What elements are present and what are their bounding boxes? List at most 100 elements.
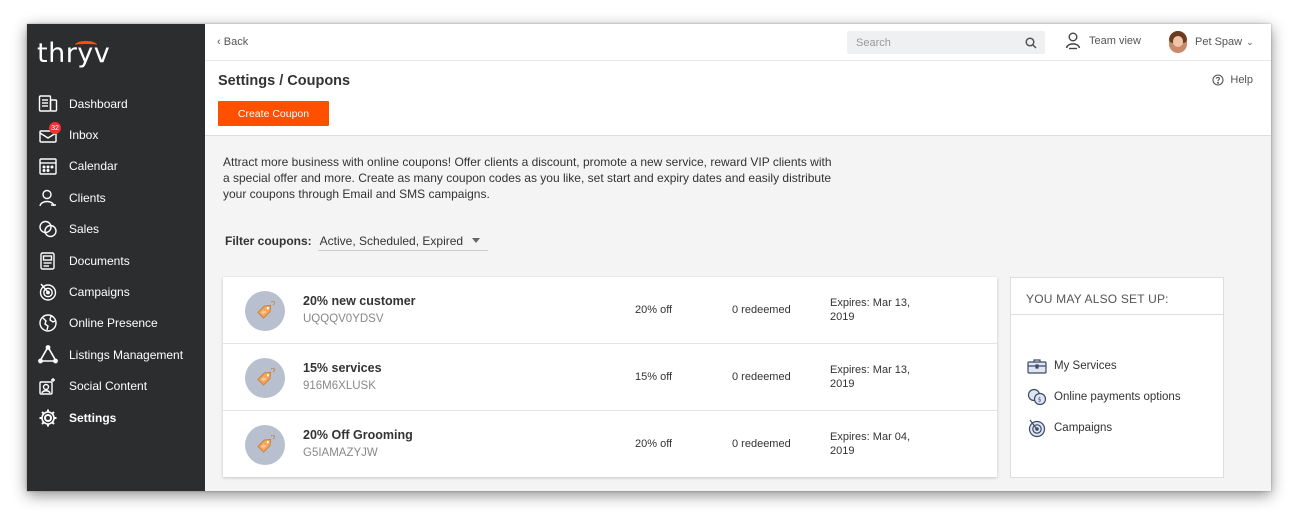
back-button[interactable]: ‹ Back [217, 36, 248, 48]
also-item-label: My Services [1054, 360, 1117, 372]
caret-down-icon [471, 238, 480, 243]
also-item-label: Campaigns [1054, 422, 1113, 434]
user-menu[interactable]: Pet Spaw ⌄ [1169, 31, 1254, 53]
sidebar-item-label: Sales [69, 222, 100, 237]
also-item-my-services[interactable]: My Services [1027, 358, 1117, 374]
chevron-left-icon: ‹ [217, 36, 224, 48]
person-icon [1065, 32, 1081, 50]
intro-line: a special offer and more. Create as many… [223, 171, 832, 185]
sidebar-item-sales[interactable]: Sales [27, 214, 205, 245]
also-item-label: Online payments options [1054, 391, 1181, 403]
filter-value: Active, Scheduled, Expired [319, 233, 464, 248]
briefcase-icon [1027, 359, 1047, 374]
coupon-name: 20% new customer [303, 294, 416, 308]
coupon-list: % 20% new customer UQQQV0YDSV 20% off 0 … [223, 277, 997, 477]
intro-line: your coupons through Email and SMS campa… [223, 187, 490, 201]
coupon-expiry: Expires: Mar 13, 2019 [830, 363, 930, 391]
coupon-discount: 20% off [635, 438, 673, 450]
sidebar-item-calendar[interactable]: Calendar [27, 151, 205, 182]
calendar-icon [37, 155, 59, 177]
coupon-code: UQQQV0YDSV [303, 313, 384, 325]
search-input[interactable] [847, 31, 1017, 54]
price-tag-icon: % [245, 358, 285, 398]
sidebar-item-clients[interactable]: Clients [27, 182, 205, 213]
sidebar-item-label: Documents [69, 253, 130, 268]
inbox-badge: 32 [49, 122, 61, 135]
sidebar-item-inbox[interactable]: 32 Inbox [27, 119, 205, 150]
search-icon[interactable] [1025, 36, 1037, 54]
app-window: thryv Dashboard 32 Inbox Calendar Client… [27, 24, 1271, 491]
clients-icon [37, 187, 59, 209]
sidebar: thryv Dashboard 32 Inbox Calendar Client… [27, 24, 205, 491]
sidebar-item-label: Settings [69, 410, 117, 425]
sidebar-item-dashboard[interactable]: Dashboard [27, 88, 205, 119]
intro-line: Attract more business with online coupon… [223, 155, 832, 169]
user-name: Pet Spaw [1195, 36, 1243, 48]
thryv-logo[interactable]: thryv [37, 38, 110, 69]
sidebar-item-label: Listings Management [69, 347, 184, 362]
sidebar-item-online-presence[interactable]: Online Presence [27, 308, 205, 339]
target-icon [1028, 419, 1046, 438]
coupon-expiry-line: Expires: Mar 13, [830, 364, 911, 376]
also-item-campaigns[interactable]: Campaigns [1027, 418, 1112, 438]
sidebar-item-campaigns[interactable]: Campaigns [27, 276, 205, 307]
avatar [1169, 31, 1187, 53]
svg-text:$: $ [1038, 397, 1042, 404]
globe-icon [37, 312, 59, 334]
chevron-down-icon: ⌄ [1246, 36, 1254, 47]
sidebar-item-label: Dashboard [69, 96, 128, 111]
filter-coupons: Filter coupons: Active, Scheduled, Expir… [225, 231, 488, 251]
also-set-up-panel: YOU MAY ALSO SET UP: My Services $ Onlin… [1010, 277, 1224, 478]
logo-swoosh [75, 41, 97, 49]
gear-icon [37, 407, 59, 429]
sidebar-item-social-content[interactable]: Social Content [27, 371, 205, 402]
filter-label: Filter coupons: [225, 234, 312, 248]
sidebar-nav: Dashboard 32 Inbox Calendar Clients Sale… [27, 88, 205, 433]
sales-icon [37, 218, 59, 240]
top-bar: ‹ Back Team view Pet Spaw ⌄ [205, 24, 1271, 61]
coupon-expiry-line: 2019 [830, 378, 855, 390]
create-coupon-button[interactable]: Create Coupon [218, 101, 329, 126]
sidebar-item-listings-management[interactable]: Listings Management [27, 339, 205, 370]
price-tag-icon: % [245, 425, 285, 465]
team-view-button[interactable]: Team view [1065, 32, 1141, 50]
also-set-up-title: YOU MAY ALSO SET UP: [1011, 278, 1223, 315]
sidebar-item-label: Social Content [69, 379, 148, 394]
coupon-redeemed: 0 redeemed [732, 438, 791, 450]
coupon-name: 20% Off Grooming [303, 428, 413, 442]
search-box [847, 31, 1045, 54]
team-view-label: Team view [1089, 35, 1141, 47]
documents-icon [37, 250, 59, 272]
sidebar-item-documents[interactable]: Documents [27, 245, 205, 276]
coupon-expiry-line: Expires: Mar 13, [830, 297, 911, 309]
sidebar-item-label: Campaigns [69, 285, 130, 300]
listings-icon [37, 344, 59, 366]
also-item-online-payments[interactable]: $ Online payments options [1027, 388, 1181, 406]
dashboard-icon [37, 93, 59, 115]
sidebar-item-label: Inbox [69, 128, 99, 143]
filter-select[interactable]: Active, Scheduled, Expired [317, 231, 488, 251]
coupon-expiry-line: 2019 [830, 445, 855, 457]
coupon-name: 15% services [303, 361, 382, 375]
coupon-expiry-line: Expires: Mar 04, [830, 431, 911, 443]
coupon-row[interactable]: % 20% new customer UQQQV0YDSV 20% off 0 … [223, 277, 997, 344]
sidebar-item-label: Clients [69, 190, 106, 205]
intro-text: Attract more business with online coupon… [223, 154, 853, 202]
back-label: Back [223, 36, 249, 48]
coupon-discount: 15% off [635, 371, 673, 383]
campaigns-icon [37, 281, 59, 303]
coupon-row[interactable]: % 20% Off Grooming G5IAMAZYJW 20% off 0 … [223, 411, 997, 478]
social-icon [37, 375, 59, 397]
coupon-code: G5IAMAZYJW [303, 447, 378, 459]
coupon-row[interactable]: % 15% services 916M6XLUSK 15% off 0 rede… [223, 344, 997, 411]
sidebar-item-label: Calendar [69, 159, 118, 174]
page-header: Settings / Coupons Help Create Coupon [205, 61, 1271, 136]
price-tag-icon: % [245, 291, 285, 331]
coupon-code: 916M6XLUSK [303, 380, 376, 392]
help-link[interactable]: Help [1212, 74, 1253, 86]
coupon-expiry: Expires: Mar 13, 2019 [830, 296, 930, 324]
page-title: Settings / Coupons [218, 73, 351, 89]
coins-icon: $ [1027, 388, 1047, 406]
help-icon [1212, 74, 1224, 86]
sidebar-item-settings[interactable]: Settings [27, 402, 205, 433]
